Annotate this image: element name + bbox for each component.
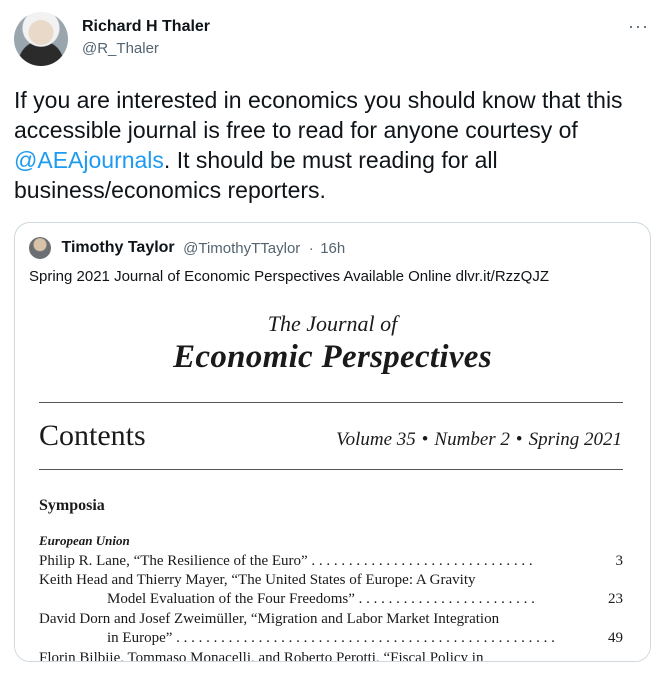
toc-entry-text: Philip R. Lane, “The Resilience of the E…	[39, 553, 533, 569]
symposia-heading: Symposia	[39, 497, 105, 514]
quoted-author-name[interactable]: Timothy Taylor	[61, 239, 174, 256]
tweet-text: If you are interested in economics you s…	[14, 85, 644, 205]
contents-heading: Contents	[39, 419, 146, 452]
toc-entry-text: David Dorn and Josef Zweimüller, “Migrat…	[39, 611, 500, 627]
divider	[39, 469, 623, 470]
toc-entry: Florin Bilbiie, Tommaso Monacelli, and R…	[39, 649, 623, 662]
volume: Volume 35	[336, 429, 416, 450]
author-avatar[interactable]	[14, 12, 68, 66]
toc-entry: Model Evaluation of the Four Freedoms” .…	[39, 590, 623, 608]
toc-entry-page: 3	[615, 553, 624, 569]
bullet: •	[515, 429, 523, 450]
quoted-author-handle[interactable]: @TimothyTTaylor	[183, 240, 300, 257]
toc-entry-page: 23	[608, 591, 623, 607]
mention-link[interactable]: @AEAjournals	[14, 147, 164, 173]
author-handle[interactable]: @R_Thaler	[82, 40, 159, 57]
bullet: •	[421, 429, 429, 450]
more-options-icon[interactable]: ···	[628, 16, 649, 37]
quoted-tweet-header: Timothy Taylor @TimothyTTaylor · 16h	[29, 237, 345, 261]
toc-entry-page: 49	[608, 630, 623, 646]
journal-title: Economic Perspectives	[173, 339, 492, 375]
toc-entry: David Dorn and Josef Zweimüller, “Migrat…	[39, 610, 623, 628]
author-name[interactable]: Richard H Thaler	[82, 18, 210, 36]
quoted-author-avatar[interactable]	[29, 237, 51, 259]
divider	[39, 402, 623, 403]
issue-info: Volume 35 • Number 2 • Spring 2021	[336, 429, 622, 451]
quoted-separator: ·	[308, 239, 314, 257]
journal-the-line: The Journal of	[267, 311, 398, 336]
quoted-tweet-text: Spring 2021 Journal of Economic Perspect…	[29, 268, 549, 285]
toc-entry-text: Florin Bilbiie, Tommaso Monacelli, and R…	[39, 650, 484, 662]
quoted-tweet-image[interactable]: The Journal of Economic Perspectives Con…	[15, 295, 650, 661]
toc-entry: in Europe” . . . . . . . . . . . . . . .…	[39, 629, 623, 647]
tweet-text-before: If you are interested in economics you s…	[14, 87, 623, 143]
season: Spring 2021	[528, 429, 622, 450]
quoted-timestamp[interactable]: 16h	[320, 240, 345, 257]
section-heading: European Union	[39, 533, 130, 548]
toc-entry-text: Model Evaluation of the Four Freedoms” .…	[107, 591, 535, 607]
tweet-header: Richard H Thaler @R_Thaler ···	[14, 12, 651, 68]
toc-entry: Philip R. Lane, “The Resilience of the E…	[39, 552, 623, 570]
quoted-tweet-card[interactable]: Timothy Taylor @TimothyTTaylor · 16h Spr…	[14, 222, 651, 662]
number: Number 2	[434, 429, 510, 450]
toc-entry-text: in Europe” . . . . . . . . . . . . . . .…	[107, 630, 555, 646]
toc-entry: Keith Head and Thierry Mayer, “The Unite…	[39, 571, 623, 589]
toc-entry-text: Keith Head and Thierry Mayer, “The Unite…	[39, 572, 476, 588]
